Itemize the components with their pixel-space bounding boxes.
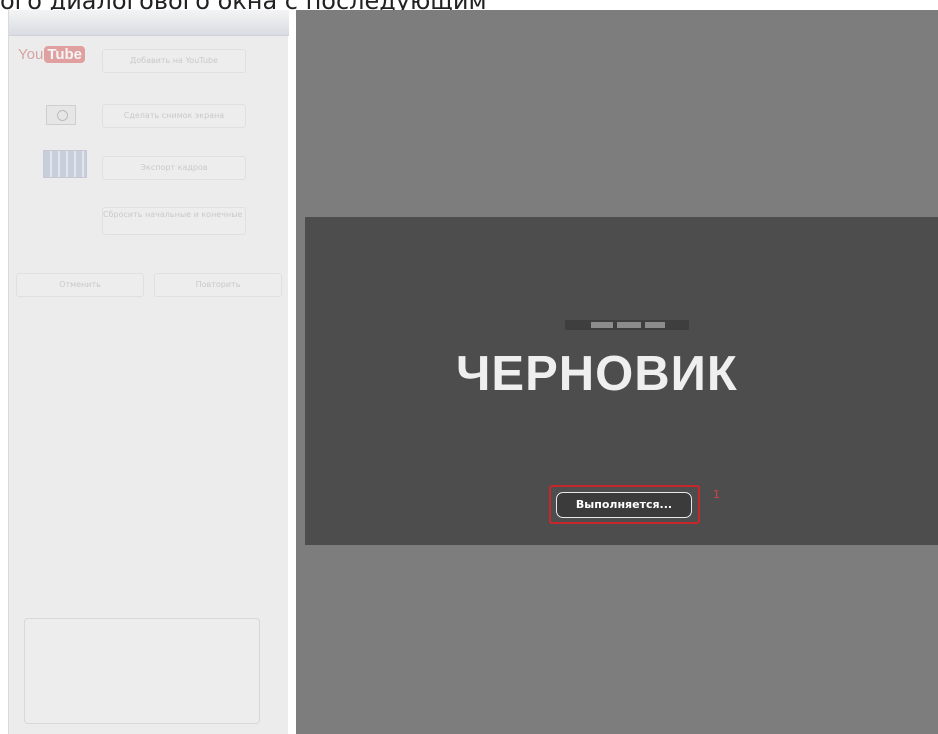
- reset-points-button[interactable]: Сбросить начальные и конечные точки: [102, 207, 246, 235]
- youtube-logo-you: You: [18, 46, 44, 63]
- mini-toolbar-segment: [645, 322, 665, 328]
- callout-number: 1: [713, 488, 720, 501]
- youtube-logo-icon: You Tube: [18, 46, 86, 68]
- camera-icon: [46, 105, 76, 125]
- mini-toolbar-segment: [591, 322, 613, 328]
- cancel-button[interactable]: Отменить: [16, 273, 144, 297]
- screenshot-button[interactable]: Сделать снимок экрана: [102, 104, 246, 128]
- youtube-logo-tube: Tube: [44, 46, 86, 63]
- upload-youtube-button[interactable]: Добавить на YouTube: [102, 49, 246, 73]
- mini-toolbar-segment: [617, 322, 641, 328]
- progress-button[interactable]: Выполняется...: [556, 492, 692, 518]
- export-frames-button[interactable]: Экспорт кадров: [102, 156, 246, 180]
- mini-toolbar: [565, 320, 689, 330]
- draft-watermark: ЧЕРНОВИК: [456, 347, 738, 401]
- sidebar-info-panel: [24, 618, 260, 724]
- repeat-button[interactable]: Повторить: [154, 273, 282, 297]
- screen: ого диалогового окна с последующим You Tu…: [0, 0, 938, 734]
- film-frames-icon: [43, 150, 87, 178]
- sidebar-header-bar: [9, 10, 289, 36]
